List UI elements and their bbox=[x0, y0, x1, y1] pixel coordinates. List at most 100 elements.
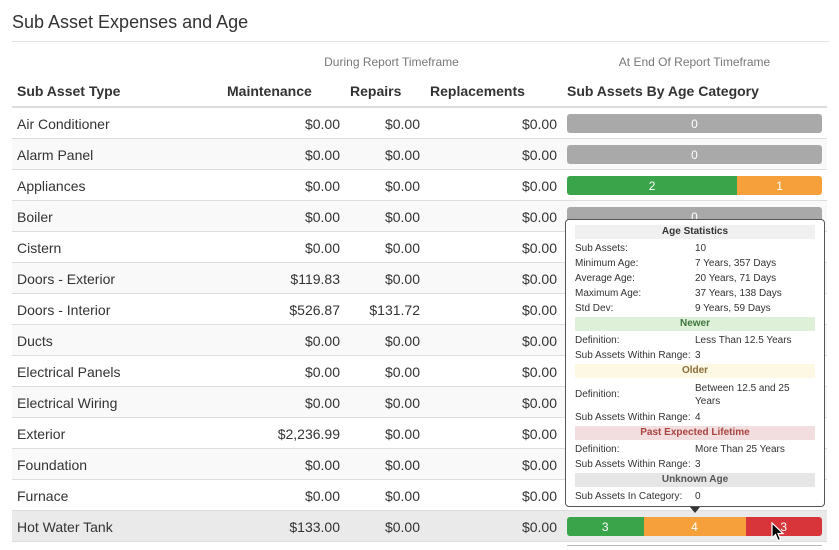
stat-value: 20 Years, 71 Days bbox=[695, 273, 777, 284]
stat-label: Sub Assets: bbox=[575, 243, 628, 254]
tooltip-older-definition: Definition: Between 12.5 and 25 Years bbox=[575, 380, 815, 410]
column-header-repairs[interactable]: Repairs bbox=[350, 83, 401, 99]
definition-value: More Than 25 Years bbox=[695, 444, 785, 455]
sub-asset-type: Doors - Exterior bbox=[17, 271, 116, 287]
tooltip-unknown-header: Unknown Age bbox=[575, 473, 815, 487]
maintenance-cost: $0.00 bbox=[304, 395, 340, 411]
table-row[interactable]: Appliances $0.00 $0.00 $0.00 2 1 bbox=[12, 170, 827, 201]
next-row-bar bbox=[567, 545, 822, 550]
repairs-cost: $0.00 bbox=[384, 457, 420, 473]
repairs-cost: $0.00 bbox=[384, 395, 420, 411]
tooltip-older-header: Older bbox=[575, 364, 815, 378]
repairs-cost: $0.00 bbox=[384, 426, 420, 442]
replacements-cost: $0.00 bbox=[521, 178, 557, 194]
replacements-cost: $0.00 bbox=[521, 116, 557, 132]
replacements-cost: $0.00 bbox=[521, 426, 557, 442]
sub-asset-type: Electrical Panels bbox=[17, 364, 121, 380]
title-divider bbox=[12, 41, 829, 42]
maintenance-cost: $0.00 bbox=[304, 116, 340, 132]
sub-asset-type: Hot Water Tank bbox=[17, 519, 113, 535]
table-row[interactable]: Alarm Panel $0.00 $0.00 $0.00 0 bbox=[12, 139, 827, 170]
sub-asset-type: Furnace bbox=[17, 488, 69, 504]
repairs-cost: $131.72 bbox=[369, 302, 420, 318]
maintenance-cost: $0.00 bbox=[304, 457, 340, 473]
table-row[interactable]: Hot Water Tank $133.00 $0.00 $0.00 3 4 3 bbox=[12, 511, 827, 542]
tooltip-stat-row: Maximum Age: 37 Years, 138 Days bbox=[575, 286, 815, 301]
age-segment-green[interactable]: 3 bbox=[567, 517, 644, 536]
tooltip-arrow bbox=[690, 507, 700, 513]
definition-label: Definition: bbox=[575, 335, 620, 346]
age-segment-orange[interactable]: 4 bbox=[643, 517, 746, 536]
definition-label: Definition: bbox=[575, 389, 620, 400]
count-value: 0 bbox=[695, 491, 701, 502]
sub-asset-type: Cistern bbox=[17, 240, 62, 256]
tooltip-unknown-count: Sub Assets In Category: 0 bbox=[575, 489, 815, 504]
replacements-cost: $0.00 bbox=[521, 271, 557, 287]
tooltip-past-count: Sub Assets Within Range: 3 bbox=[575, 457, 815, 472]
stat-label: Minimum Age: bbox=[575, 258, 639, 269]
maintenance-cost: $0.00 bbox=[304, 364, 340, 380]
replacements-cost: $0.00 bbox=[521, 240, 557, 256]
count-label: Sub Assets Within Range: bbox=[575, 350, 691, 361]
stat-label: Maximum Age: bbox=[575, 288, 642, 299]
maintenance-cost: $119.83 bbox=[290, 271, 340, 287]
group-header-end: At End Of Report Timeframe bbox=[618, 55, 771, 69]
maintenance-cost: $0.00 bbox=[304, 488, 340, 504]
repairs-cost: $0.00 bbox=[384, 147, 420, 163]
count-label: Sub Assets Within Range: bbox=[575, 412, 691, 423]
tooltip-stat-row: Sub Assets: 10 bbox=[575, 241, 815, 256]
age-segment-gray[interactable]: 0 bbox=[567, 114, 822, 133]
maintenance-cost: $0.00 bbox=[304, 178, 340, 194]
column-header-replacements[interactable]: Replacements bbox=[430, 83, 525, 99]
group-header-during: During Report Timeframe bbox=[324, 55, 459, 69]
section-title: Sub Asset Expenses and Age bbox=[12, 12, 249, 32]
replacements-cost: $0.00 bbox=[521, 302, 557, 318]
stat-label: Std Dev: bbox=[575, 303, 614, 314]
age-category-bar[interactable]: 21 bbox=[567, 176, 822, 195]
sub-asset-type: Foundation bbox=[17, 457, 88, 473]
age-category-bar[interactable]: 0 bbox=[567, 145, 822, 164]
stat-value: 7 Years, 357 Days bbox=[695, 258, 777, 269]
stat-value: 37 Years, 138 Days bbox=[695, 288, 782, 299]
repairs-cost: $0.00 bbox=[384, 209, 420, 225]
age-segment-gray[interactable]: 0 bbox=[567, 145, 822, 164]
column-header-type[interactable]: Sub Asset Type bbox=[17, 83, 120, 99]
table-row[interactable]: Air Conditioner $0.00 $0.00 $0.00 0 bbox=[12, 108, 827, 139]
repairs-cost: $0.00 bbox=[384, 333, 420, 349]
sub-asset-type: Boiler bbox=[17, 209, 53, 225]
column-header-maintenance[interactable]: Maintenance bbox=[227, 83, 312, 99]
sub-asset-type: Doors - Interior bbox=[17, 302, 111, 318]
tooltip-newer-definition: Definition: Less Than 12.5 Years bbox=[575, 333, 815, 348]
maintenance-cost: $0.00 bbox=[304, 147, 340, 163]
maintenance-cost: $526.87 bbox=[289, 302, 340, 318]
replacements-cost: $0.00 bbox=[521, 519, 557, 535]
sub-asset-type: Electrical Wiring bbox=[17, 395, 118, 411]
replacements-cost: $0.00 bbox=[521, 395, 557, 411]
tooltip-stat-row: Average Age: 20 Years, 71 Days bbox=[575, 271, 815, 286]
age-segment-orange[interactable]: 1 bbox=[737, 176, 822, 195]
replacements-cost: $0.00 bbox=[521, 364, 557, 380]
replacements-cost: $0.00 bbox=[521, 488, 557, 504]
age-segment-green[interactable]: 2 bbox=[567, 176, 738, 195]
repairs-cost: $0.00 bbox=[384, 178, 420, 194]
count-value: 3 bbox=[695, 459, 701, 470]
count-label: Sub Assets Within Range: bbox=[575, 459, 691, 470]
sub-asset-type: Appliances bbox=[17, 178, 86, 194]
sub-asset-type: Ducts bbox=[17, 333, 53, 349]
column-header-age-category[interactable]: Sub Assets By Age Category bbox=[567, 83, 759, 99]
maintenance-cost: $133.00 bbox=[289, 519, 340, 535]
maintenance-cost: $2,236.99 bbox=[277, 426, 340, 442]
sub-asset-type: Air Conditioner bbox=[17, 116, 110, 132]
replacements-cost: $0.00 bbox=[521, 457, 557, 473]
stat-label: Average Age: bbox=[575, 273, 635, 284]
maintenance-cost: $0.00 bbox=[304, 333, 340, 349]
repairs-cost: $0.00 bbox=[384, 519, 420, 535]
definition-value: Between 12.5 and 25 Years bbox=[695, 383, 790, 407]
definition-value: Less Than 12.5 Years bbox=[695, 335, 792, 346]
replacements-cost: $0.00 bbox=[521, 147, 557, 163]
repairs-cost: $0.00 bbox=[384, 364, 420, 380]
count-value: 3 bbox=[695, 350, 701, 361]
age-statistics-tooltip: Age Statistics Sub Assets: 10 Minimum Age… bbox=[565, 219, 825, 507]
age-category-bar[interactable]: 0 bbox=[567, 114, 822, 133]
tooltip-newer-header: Newer bbox=[575, 317, 815, 331]
